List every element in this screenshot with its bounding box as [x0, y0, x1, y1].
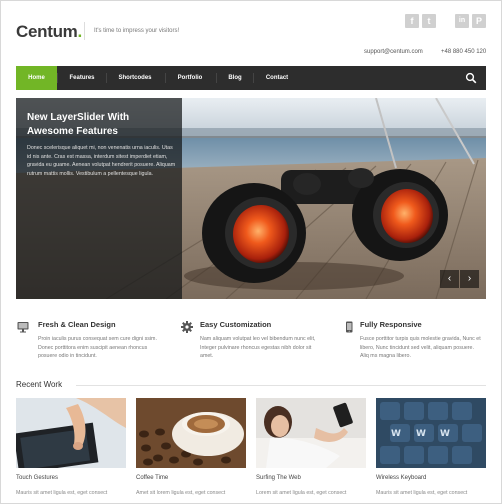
portfolio-text: Lorem sit amet ligula est, eget consect	[256, 490, 347, 496]
svg-text:W: W	[440, 429, 450, 439]
linkedin-icon[interactable]: in	[455, 14, 469, 28]
portfolio-thumb-keyboard[interactable]: WWW	[376, 398, 486, 468]
section-divider	[76, 385, 486, 386]
portfolio-title[interactable]: Touch Gestures	[16, 475, 58, 481]
hero-slider: New LayerSlider With Awesome Features Do…	[16, 98, 486, 299]
tagline: It's time to impress your visitors!	[84, 22, 179, 40]
pinterest-icon[interactable]: P	[472, 14, 486, 28]
feature-title: Fresh & Clean Design	[38, 320, 116, 329]
feature-text: Proin iaculis purus consequat sem cure d…	[38, 336, 157, 359]
logo[interactable]: Centum.	[16, 22, 82, 42]
contact-email[interactable]: support@centum.com	[364, 49, 423, 55]
nav-divider	[216, 73, 217, 83]
feature-text: Nam aliquam volutpat leo vel bibendum nu…	[200, 336, 316, 359]
nav-item-portfolio[interactable]: Portfolio	[169, 66, 211, 90]
slider-next-button[interactable]: ›	[460, 270, 479, 288]
portfolio-text: Mauris sit amet ligula est, eget consect	[376, 490, 468, 496]
slider-title: New LayerSlider With Awesome Features	[27, 112, 130, 137]
mobile-icon	[346, 321, 353, 333]
twitter-icon[interactable]: t	[422, 14, 436, 28]
section-title-recent-work: Recent Work	[16, 380, 63, 389]
portfolio-text: Mauris sit amet ligula est, eget consect	[16, 490, 108, 496]
logo-dot: .	[77, 22, 82, 41]
svg-text:W: W	[391, 429, 401, 439]
portfolio-thumb-touch[interactable]	[16, 398, 126, 468]
nav-divider	[57, 73, 58, 83]
portfolio-title[interactable]: Coffee Time	[136, 475, 168, 481]
slider-text: Donec scelerisque aliquet mi, non venena…	[27, 145, 176, 177]
facebook-icon[interactable]: f	[405, 14, 419, 28]
nav-divider	[165, 73, 166, 83]
contact-phone: +48 880 450 120	[441, 49, 487, 55]
main-nav: Home Features Shortcodes Portfolio Blog …	[16, 66, 486, 90]
logo-text: Centum	[16, 22, 78, 41]
portfolio-title[interactable]: Surfing The Web	[256, 475, 301, 481]
search-icon[interactable]	[465, 72, 477, 84]
nav-item-home[interactable]: Home	[16, 66, 57, 90]
feature-title: Fully Responsive	[360, 320, 422, 329]
monitor-icon	[17, 322, 29, 333]
nav-divider	[253, 73, 254, 83]
nav-item-blog[interactable]: Blog	[220, 66, 250, 90]
gear-icon	[181, 321, 193, 333]
portfolio-text: Amet sit lorem ligula est, eget consect	[136, 490, 226, 496]
portfolio-title[interactable]: Wireless Keyboard	[376, 475, 426, 481]
portfolio-thumb-surfing[interactable]	[256, 398, 366, 468]
slider-caption: New LayerSlider With Awesome Features Do…	[16, 98, 182, 299]
nav-item-shortcodes[interactable]: Shortcodes	[110, 66, 160, 90]
feature-title: Easy Customization	[200, 320, 272, 329]
portfolio-thumb-coffee[interactable]	[136, 398, 246, 468]
nav-item-features[interactable]: Features	[61, 66, 103, 90]
nav-item-contact[interactable]: Contact	[257, 66, 297, 90]
svg-text:W: W	[416, 429, 426, 439]
nav-divider	[106, 73, 107, 83]
feature-text: Fusce porttitor turpis quis molestie gra…	[360, 336, 481, 359]
slider-prev-button[interactable]: ‹	[440, 270, 459, 288]
